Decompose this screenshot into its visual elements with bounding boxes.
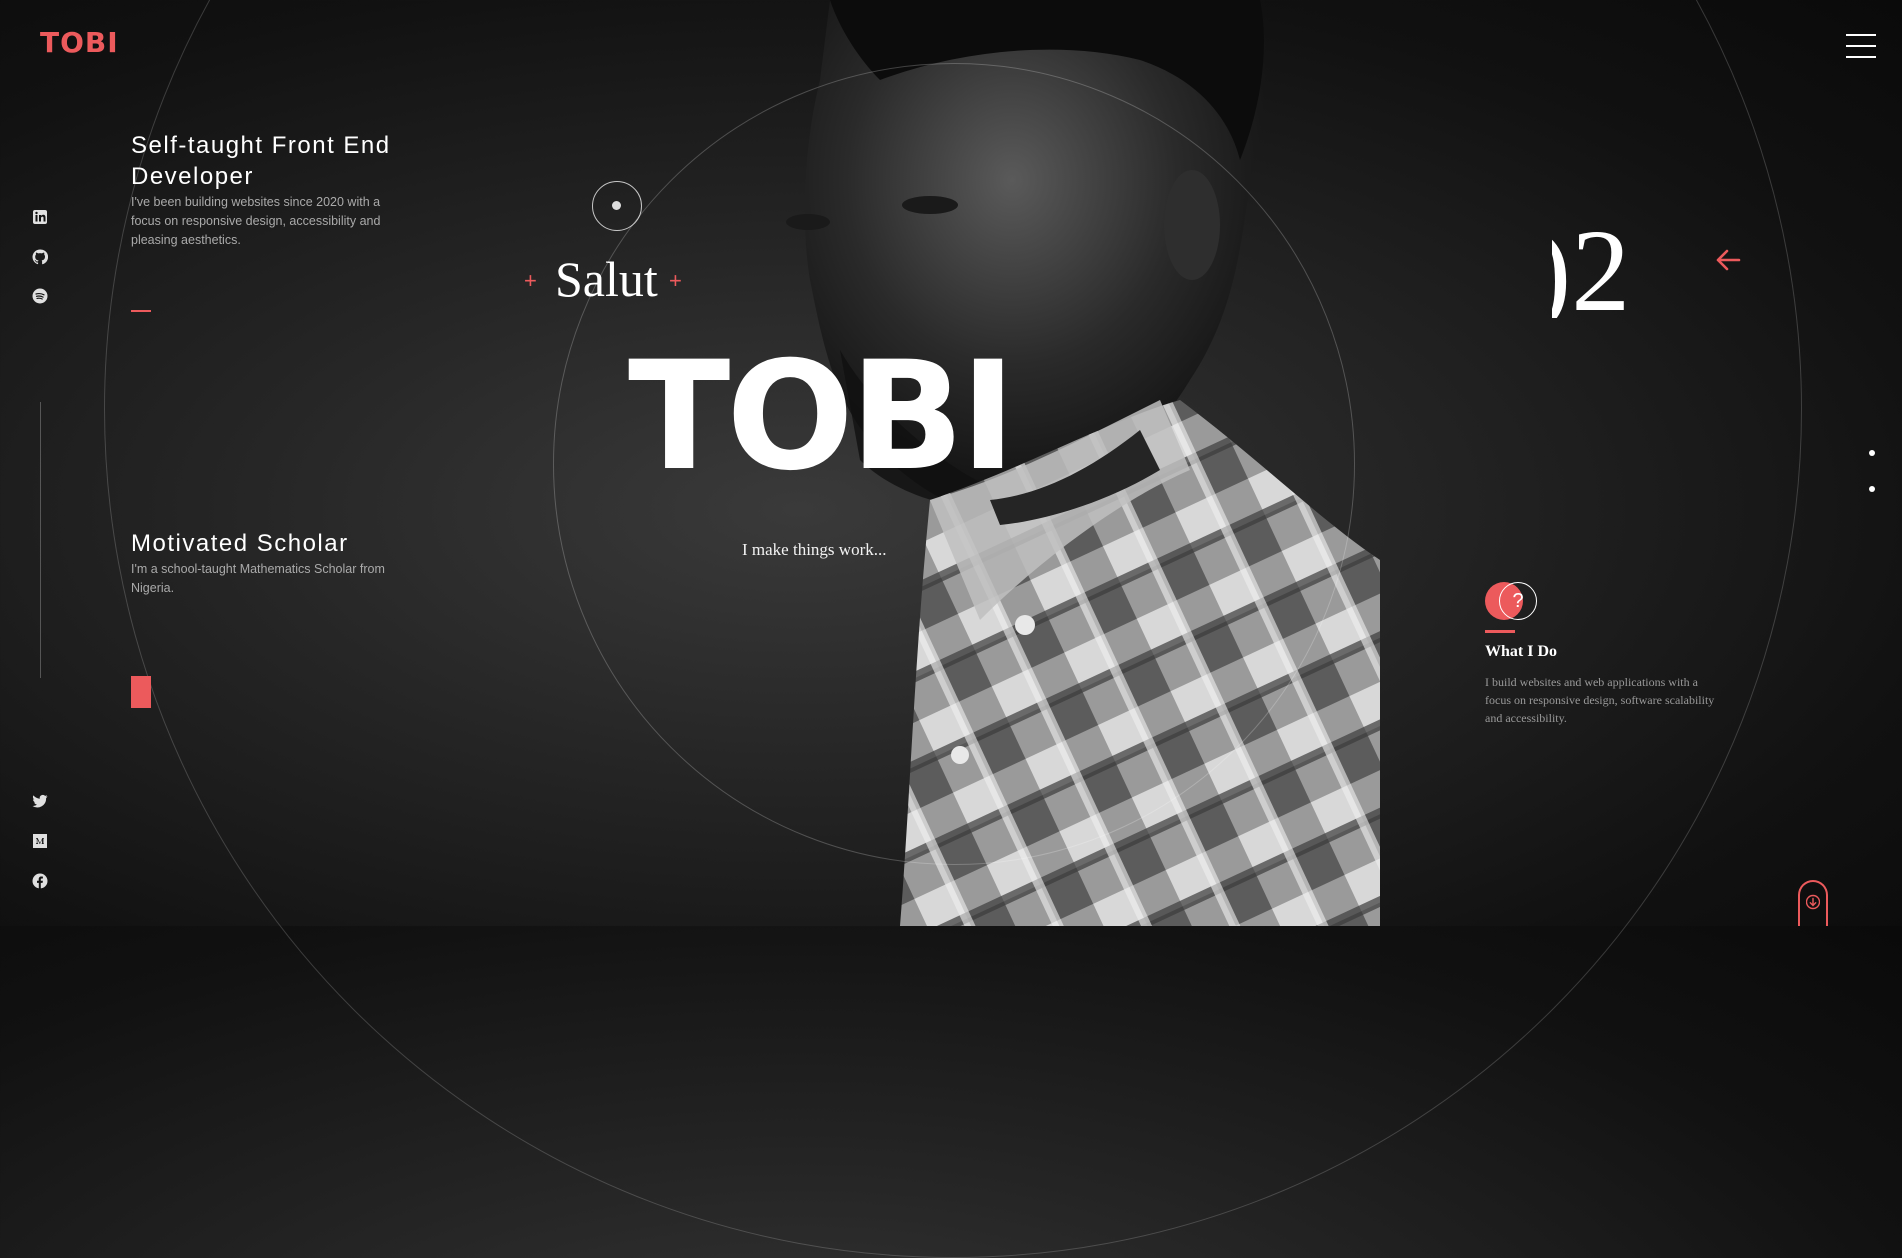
developer-title: Self-taught Front End Developer [131,132,391,190]
question-badge: ? [1485,580,1725,624]
github-icon[interactable] [31,248,49,266]
scholar-title: Motivated Scholar [131,530,349,557]
scroll-down-button[interactable] [1798,880,1828,926]
scholar-text: I'm a school-taught Mathematics Scholar … [131,562,385,595]
scholar-block: Motivated Scholar I'm a school-taught Ma… [131,528,401,598]
question-icon: ? [1499,582,1537,620]
plus-left: + [524,268,537,293]
hero-name: TOBI [628,330,1016,504]
widget-title: What I Do [1485,643,1558,660]
developer-accent-line [131,310,151,312]
prev-arrow-button[interactable] [1715,248,1741,272]
cursor-dot [612,201,621,210]
scholar-accent-block [131,676,151,708]
left-divider-line [40,402,41,678]
greeting: Salut [555,251,658,307]
tagline: I make things work... [742,540,887,559]
linkedin-icon[interactable] [31,208,49,226]
developer-block: Self-taught Front End Developer I've bee… [131,130,401,250]
logo[interactable]: TOBI [40,26,119,59]
plus-right: + [669,268,682,293]
slide-dot-2[interactable] [1869,486,1875,492]
medium-icon[interactable] [31,832,49,850]
what-i-do-widget: ? What I Do I build websites and web app… [1485,580,1725,727]
menu-button[interactable] [1846,34,1876,58]
developer-text: I've been building websites since 2020 w… [131,195,381,247]
twitter-icon[interactable] [31,792,49,810]
spotify-icon[interactable] [31,287,49,305]
widget-accent-line [1485,630,1515,633]
arrow-down-icon [1806,894,1820,910]
slide-number-window: )2 [1552,208,1682,319]
facebook-icon[interactable] [31,872,49,890]
widget-text: I build websites and web applications wi… [1485,675,1715,725]
slide-number: )2 [1552,208,1631,319]
slide-dot-1[interactable] [1869,450,1875,456]
